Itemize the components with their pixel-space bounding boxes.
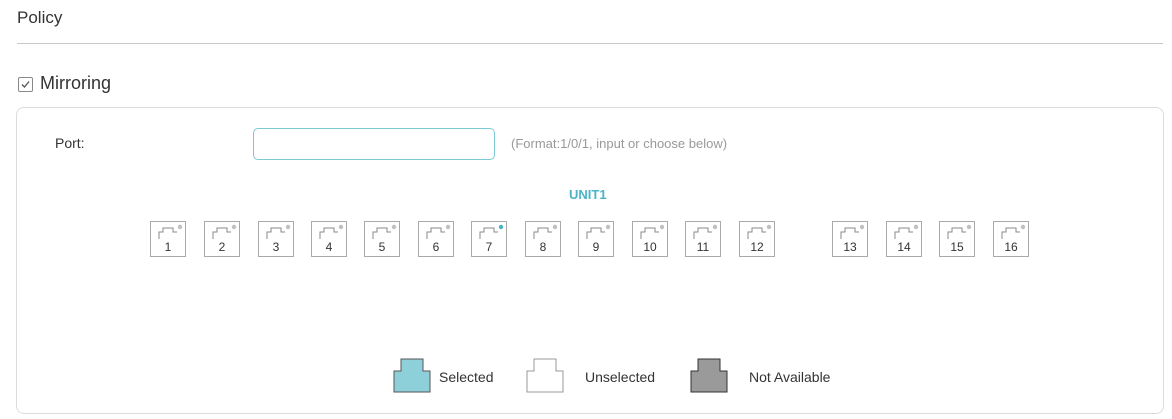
port-number: 3 [272,240,280,254]
port-label: Port: [55,135,85,151]
port-number: 5 [378,240,386,254]
port-6[interactable]: 6 [418,221,454,257]
port-number: 15 [950,240,964,254]
legend-unselected-label: Unselected [585,369,656,385]
port-2[interactable]: 2 [204,221,240,257]
port-number: 4 [325,240,333,254]
port-number: 6 [432,240,440,254]
port-9[interactable]: 9 [578,221,614,257]
section-divider [17,43,1163,44]
port-number: 14 [897,240,911,254]
port-led-indicator [1020,224,1026,230]
port-led-indicator [552,224,558,230]
port-led-indicator [285,224,291,230]
port-8[interactable]: 8 [525,221,561,257]
port-led-indicator [338,224,344,230]
port-4[interactable]: 4 [311,221,347,257]
port-15[interactable]: 15 [939,221,975,257]
port-led-indicator [966,224,972,230]
legend-not-available-label: Not Available [749,369,831,385]
port-led-indicator [605,224,611,230]
port-number: 16 [1004,240,1018,254]
port-1[interactable]: 1 [150,221,186,257]
selected-port-icon [393,358,431,393]
port-number: 11 [696,240,710,254]
port-led-indicator [177,224,183,230]
port-led-indicator [859,224,865,230]
section-title: Policy [17,8,63,27]
unit-label: UNIT1 [569,187,607,202]
port-led-indicator [712,224,718,230]
port-number: 9 [592,240,600,254]
port-led-indicator [445,224,451,230]
port-number: 2 [218,240,226,254]
port-led-indicator [766,224,772,230]
check-icon [21,81,30,88]
port-14[interactable]: 14 [886,221,922,257]
port-number: 8 [539,240,547,254]
legend-selected-label: Selected [439,369,494,385]
port-11[interactable]: 11 [685,221,721,257]
port-5[interactable]: 5 [364,221,400,257]
mirroring-checkbox[interactable] [18,77,33,92]
port-12[interactable]: 12 [739,221,775,257]
port-led-indicator [231,224,237,230]
port-led-indicator [391,224,397,230]
port-3[interactable]: 3 [258,221,294,257]
port-number: 7 [485,240,493,254]
port-number: 1 [164,240,172,254]
port-16[interactable]: 16 [993,221,1029,257]
port-13[interactable]: 13 [832,221,868,257]
port-number: 12 [750,240,764,254]
port-format-hint: (Format:1/0/1, input or choose below) [511,136,728,151]
port-led-indicator [498,224,504,230]
unselected-port-icon [526,358,564,393]
mirroring-panel [16,107,1164,414]
port-led-indicator [913,224,919,230]
port-number: 10 [643,240,657,254]
mirroring-label: Mirroring [40,73,112,93]
port-7[interactable]: 7 [471,221,507,257]
not-available-port-icon [690,358,728,393]
port-number: 13 [843,240,857,254]
port-led-indicator [659,224,665,230]
port-10[interactable]: 10 [632,221,668,257]
port-input[interactable] [253,128,495,160]
